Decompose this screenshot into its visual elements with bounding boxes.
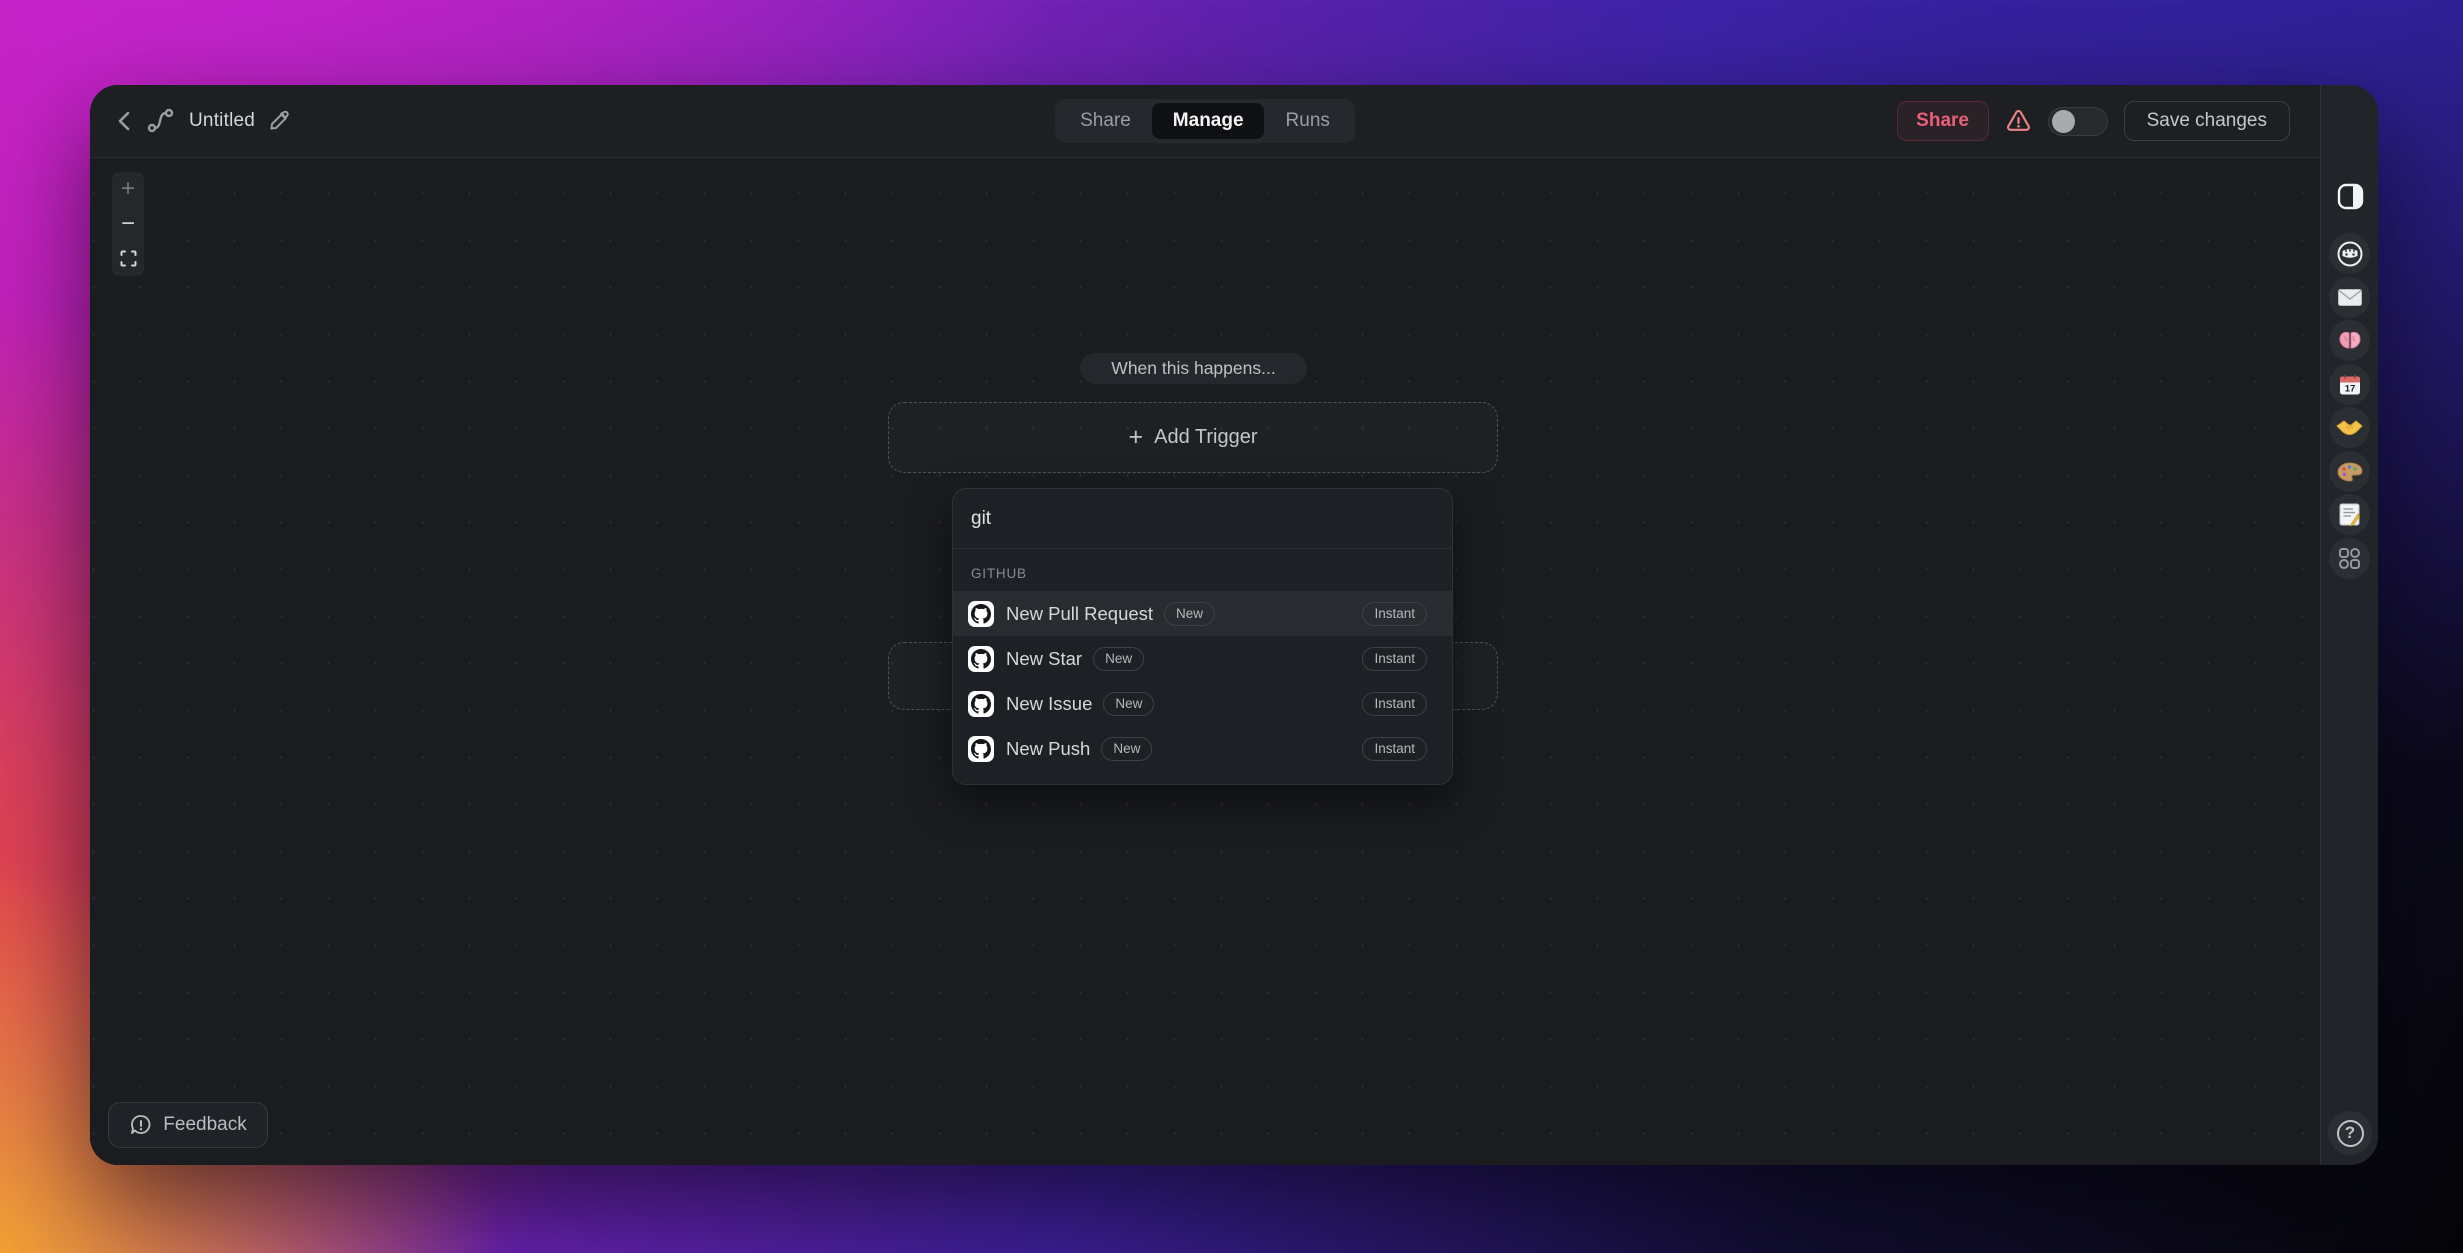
add-trigger-button[interactable]: + Add Trigger [888, 402, 1498, 473]
feedback-bubble-icon [131, 1115, 151, 1134]
section-label-github: GITHUB [971, 566, 1027, 581]
memo-icon[interactable] [2329, 494, 2370, 535]
apps-grid-icon[interactable] [2329, 538, 2370, 579]
help-icon: ? [2336, 1119, 2364, 1147]
github-icon [968, 735, 994, 762]
instant-badge: Instant [1362, 646, 1427, 671]
add-trigger-label: Add Trigger [1154, 426, 1258, 448]
top-bar: Untitled Share Manage Runs Share Save ch… [90, 85, 2320, 158]
palette-icon[interactable] [2329, 451, 2370, 492]
warning-icon[interactable] [2005, 109, 2032, 134]
when-this-happens-label: When this happens... [1080, 353, 1307, 384]
save-changes-button[interactable]: Save changes [2123, 101, 2290, 141]
back-button[interactable] [115, 110, 133, 132]
trigger-option-new-issue[interactable]: New Issue New Instant [953, 681, 1452, 726]
new-badge: New [1101, 736, 1153, 761]
trigger-search-dropdown: git GITHUB New Pull Request New Instant … [952, 488, 1453, 785]
workflow-canvas[interactable]: + − When this happens... + Add Trigger g… [90, 158, 2320, 1165]
view-tabs: Share Manage Runs [1055, 99, 1355, 143]
fit-view-button[interactable] [112, 241, 144, 276]
trigger-option-new-star[interactable]: New Star New Instant [953, 636, 1452, 681]
toggle-knob [2051, 109, 2075, 133]
app-window: Untitled Share Manage Runs Share Save ch… [90, 85, 2378, 1165]
help-button[interactable]: ? [2328, 1111, 2372, 1155]
zoom-out-button[interactable]: − [112, 207, 144, 242]
panel-toggle-icon[interactable] [2321, 181, 2378, 211]
feedback-button[interactable]: Feedback [108, 1102, 268, 1148]
workflow-title: Untitled [189, 110, 256, 131]
trigger-option-new-push[interactable]: New Push New Instant [953, 726, 1452, 771]
new-badge: New [1093, 646, 1145, 671]
github-icon [968, 690, 994, 717]
autosave-toggle[interactable] [2047, 106, 2108, 136]
trigger-option-new-pull-request[interactable]: New Pull Request New Instant [953, 591, 1452, 636]
instant-badge: Instant [1362, 601, 1427, 626]
robot-assistant-icon[interactable] [2329, 233, 2370, 274]
new-badge: New [1164, 601, 1216, 626]
feedback-label: Feedback [163, 1114, 247, 1135]
trigger-search-input[interactable]: git [953, 489, 1452, 549]
plus-icon: + [1128, 423, 1144, 451]
edit-title-icon[interactable] [268, 110, 290, 132]
github-icon [968, 600, 994, 627]
github-icon [968, 645, 994, 672]
tab-manage[interactable]: Manage [1151, 103, 1265, 139]
brain-icon[interactable] [2329, 320, 2370, 361]
zoom-in-button[interactable]: + [112, 172, 144, 207]
zoom-toolbar: + − [112, 172, 144, 276]
share-button[interactable]: Share [1896, 101, 1989, 141]
tab-share[interactable]: Share [1059, 103, 1152, 139]
envelope-icon[interactable] [2329, 277, 2370, 318]
workflow-icon [146, 107, 176, 135]
tab-runs[interactable]: Runs [1265, 103, 1351, 139]
new-badge: New [1103, 691, 1155, 716]
calendar-icon[interactable]: 17 [2329, 364, 2370, 405]
right-icon-rail: 17 ? [2320, 85, 2378, 1165]
svg-text:17: 17 [2344, 383, 2355, 394]
instant-badge: Instant [1362, 691, 1427, 716]
instant-badge: Instant [1362, 736, 1427, 761]
handshake-icon[interactable] [2329, 407, 2370, 448]
